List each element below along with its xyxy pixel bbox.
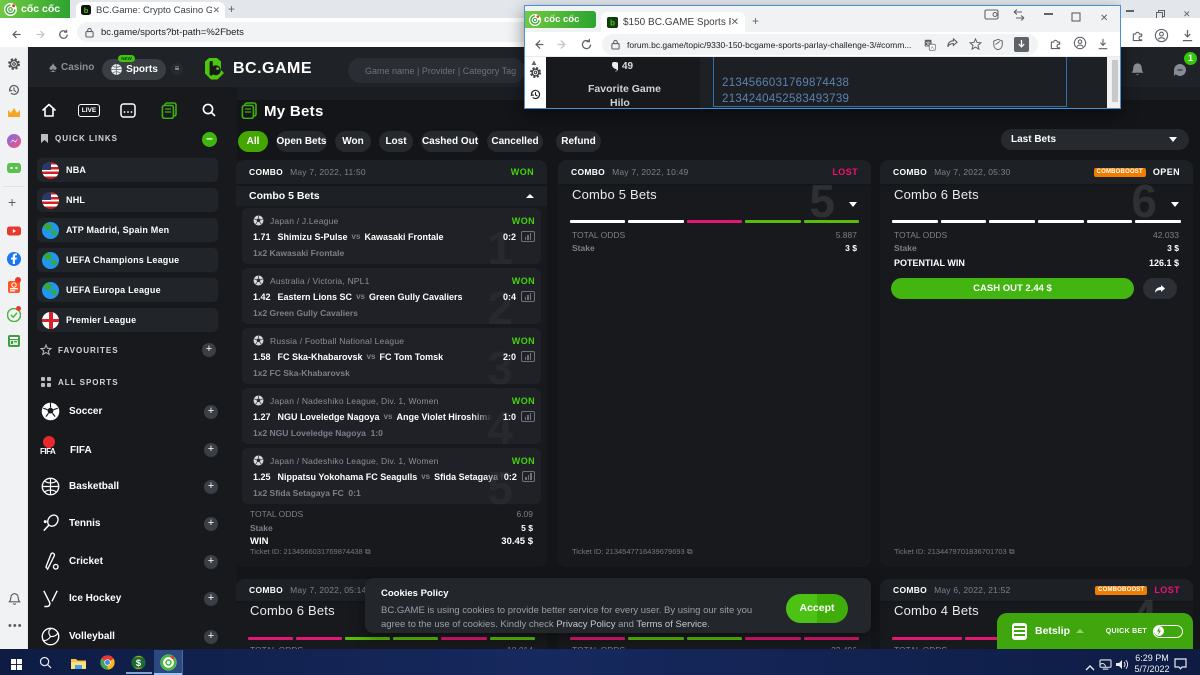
svg-text:b: b <box>610 18 615 27</box>
svg-text:$: $ <box>136 658 142 668</box>
svg-text:b: b <box>84 6 89 15</box>
svg-text:A: A <box>931 45 934 50</box>
